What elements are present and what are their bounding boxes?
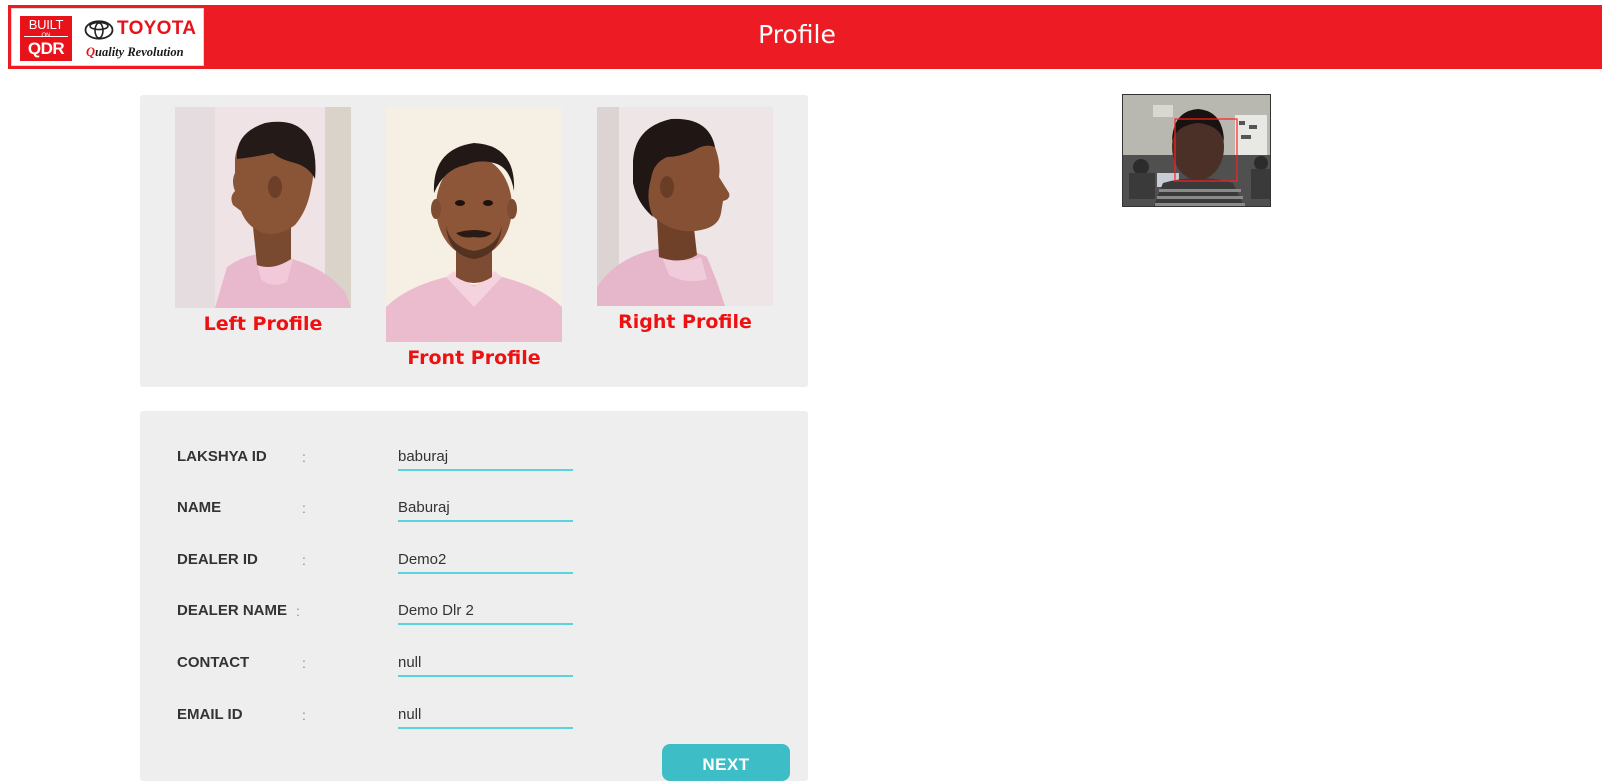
app-header: BUILT ON QDR TOYOTA Quality Revolution P… xyxy=(8,5,1602,69)
field-row-dealer-id: DEALER ID : xyxy=(140,548,808,585)
right-profile-photo xyxy=(597,107,773,306)
user-details-panel: LAKSHYA ID : NAME : DEALER ID : DEALER N… xyxy=(140,411,808,781)
field-row-name: NAME : xyxy=(140,496,808,533)
name-label: NAME xyxy=(177,499,222,516)
dealer-name-colon: : xyxy=(296,603,300,619)
contact-colon: : xyxy=(302,655,306,671)
lakshya-id-field[interactable] xyxy=(398,445,573,471)
field-row-email-id: EMAIL ID : xyxy=(140,703,808,740)
name-colon: : xyxy=(302,500,306,516)
dealer-name-label: DEALER NAME xyxy=(177,602,288,619)
field-row-dealer-name: DEALER NAME : xyxy=(140,599,808,636)
left-profile-photo xyxy=(175,107,351,308)
left-profile-caption: Left Profile xyxy=(203,313,323,335)
dealer-id-colon: : xyxy=(302,552,306,568)
page-title: Profile xyxy=(758,20,836,49)
dealer-id-label: DEALER ID xyxy=(177,551,258,568)
email-id-field[interactable] xyxy=(398,703,573,729)
profile-photos-panel: Left Profile Front Profile Right Profile xyxy=(140,95,808,387)
front-profile-caption: Front Profile xyxy=(407,347,541,369)
name-field[interactable] xyxy=(398,496,573,522)
field-row-contact: CONTACT : xyxy=(140,651,808,688)
contact-label: CONTACT xyxy=(177,654,250,671)
email-id-label: EMAIL ID xyxy=(177,706,243,723)
email-id-colon: : xyxy=(302,707,306,723)
lakshya-id-label: LAKSHYA ID xyxy=(177,448,267,465)
contact-field[interactable] xyxy=(398,651,573,677)
dealer-name-field[interactable] xyxy=(398,599,573,625)
field-row-lakshya-id: LAKSHYA ID : xyxy=(140,445,808,482)
next-button[interactable]: NEXT xyxy=(662,744,790,781)
right-profile-caption: Right Profile xyxy=(618,311,752,333)
webcam-preview xyxy=(1122,94,1271,207)
dealer-id-field[interactable] xyxy=(398,548,573,574)
lakshya-id-colon: : xyxy=(302,449,306,465)
front-profile-photo xyxy=(386,107,562,342)
